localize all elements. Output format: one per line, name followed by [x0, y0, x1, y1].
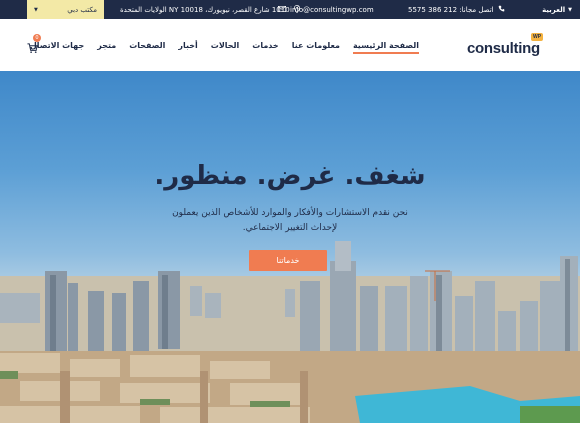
nav-item-pages[interactable]: الصفحات [129, 41, 165, 50]
nav-item-cases[interactable]: الحالات [211, 41, 240, 50]
our-services-button[interactable]: خدماتنا [249, 250, 327, 271]
language-switcher[interactable]: العربية ▼ [542, 0, 572, 19]
city-skyline-image [0, 241, 580, 423]
nav-item-about[interactable]: معلومات عنا [292, 41, 340, 50]
logo-badge: WP [531, 33, 544, 41]
main-header: consulting WP الصفحة الرئيسية معلومات عن… [0, 19, 580, 71]
map-pin-icon [293, 4, 300, 15]
office-label: مكتب دبي [67, 5, 97, 14]
nav-item-news[interactable]: أخبار [178, 41, 197, 50]
chevron-down-icon: ▼ [34, 6, 38, 13]
office-selector[interactable]: ▼ مكتب دبي [27, 0, 104, 19]
nav-item-services[interactable]: خدمات [252, 41, 278, 50]
chevron-down-icon: ▼ [568, 6, 572, 13]
top-bar: العربية ▼ اتصل مجانا: 212 386 5575 info@… [0, 0, 580, 19]
cart-count-badge: 0 [33, 34, 41, 42]
hero-section: شغف. غرض. منظور. نحن نقدم الاستشارات وال… [0, 71, 580, 423]
nav-item-shop[interactable]: متجر [97, 41, 116, 50]
email-text: info@consultingwp.com [290, 5, 374, 14]
nav-item-home[interactable]: الصفحة الرئيسية [352, 41, 420, 54]
address-contact: 1010 شارع القصر، نيويورك، NY 10018 الولا… [120, 0, 300, 19]
cart-icon [27, 43, 38, 53]
phone-text: اتصل مجانا: 212 386 5575 [408, 5, 494, 14]
phone-contact[interactable]: اتصل مجانا: 212 386 5575 [408, 0, 505, 19]
cart-button[interactable]: 0 [27, 34, 41, 53]
main-menu: الصفحة الرئيسية معلومات عنا خدمات الحالا… [30, 19, 420, 71]
phone-icon [498, 5, 505, 14]
hero-headline: شغف. غرض. منظور. [154, 161, 426, 191]
address-text: 1010 شارع القصر، نيويورك، NY 10018 الولا… [120, 5, 290, 14]
logo-wordmark: consulting [467, 40, 540, 57]
language-label: العربية [542, 5, 566, 14]
hero-subtitle: نحن نقدم الاستشارات والأفكار والموارد لل… [172, 208, 408, 233]
